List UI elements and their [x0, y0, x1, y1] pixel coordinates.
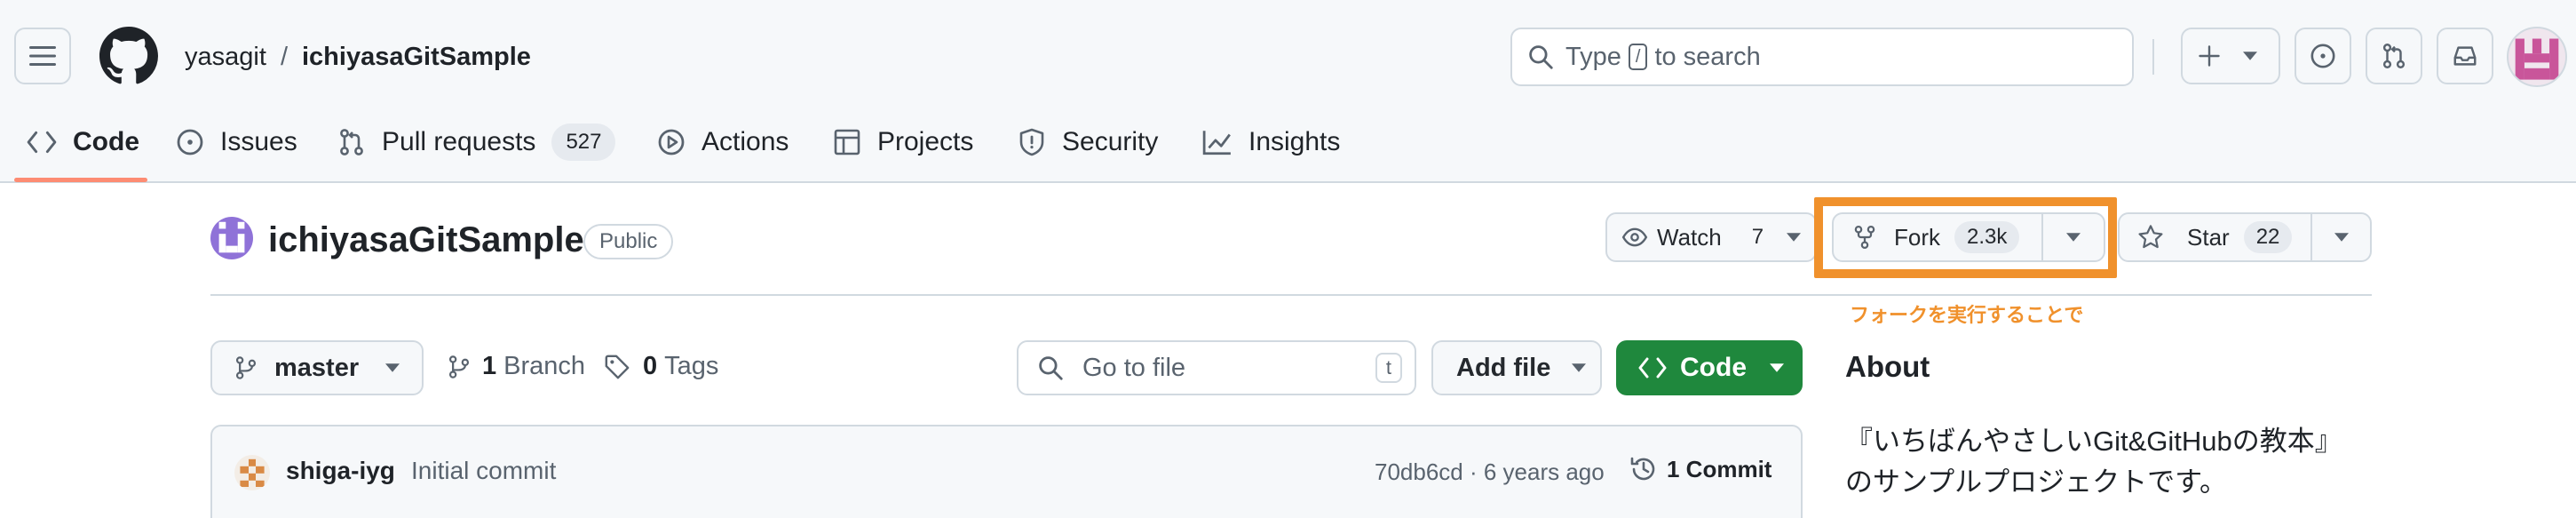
search-placeholder: Type	[1565, 42, 1621, 71]
repo-title[interactable]: ichiyasaGitSample	[268, 217, 584, 263]
tag-icon	[605, 355, 630, 379]
tags-label: Tags	[664, 352, 719, 380]
shield-icon	[1019, 128, 1044, 156]
chevron-down-icon	[1770, 363, 1784, 372]
pull-request-icon	[2382, 44, 2406, 68]
breadcrumb-repo[interactable]: ichiyasaGitSample	[302, 39, 531, 75]
code-icon	[27, 131, 57, 154]
watch-button[interactable]: Watch 7	[1605, 212, 1817, 262]
commit-meta[interactable]: 70db6cd · 6 years ago	[1375, 458, 1605, 486]
chevron-down-icon	[2243, 52, 2257, 60]
identicon-icon	[2515, 38, 2559, 80]
pull-requests-button[interactable]	[2366, 28, 2422, 84]
pull-request-icon	[340, 129, 363, 155]
commit-count-label: 1 Commit	[1667, 455, 1772, 482]
code-button-label: Code	[1680, 353, 1747, 382]
commit-author[interactable]: shiga-iyg	[286, 457, 395, 485]
branches-label: Branch	[503, 352, 586, 380]
tab-actions[interactable]: Actions	[657, 117, 789, 167]
user-avatar[interactable]	[2507, 27, 2567, 87]
eye-icon	[1621, 227, 1648, 247]
go-to-file-placeholder: Go to file	[1082, 353, 1186, 382]
star-label: Star	[2187, 223, 2230, 251]
tab-label: Actions	[701, 127, 789, 156]
go-to-file-shortcut-key: t	[1375, 353, 1402, 383]
watch-count: 7	[1751, 225, 1764, 249]
hamburger-icon	[29, 46, 56, 66]
code-button[interactable]: Code	[1616, 340, 1803, 395]
pull-requests-count: 527	[551, 124, 616, 161]
search-icon	[1529, 45, 1553, 69]
fork-highlight-box	[1814, 197, 2117, 278]
star-icon	[2138, 225, 2163, 249]
chevron-down-icon	[385, 363, 400, 372]
identicon-icon	[240, 458, 265, 487]
annotation-text: フォークを実行することで	[1850, 304, 2084, 326]
code-icon	[1638, 357, 1667, 379]
repo-owner-avatar[interactable]	[210, 217, 253, 259]
branch-name: master	[274, 353, 360, 382]
branch-icon	[448, 355, 470, 379]
breadcrumb-separator: /	[281, 43, 289, 71]
plus-icon	[2199, 45, 2220, 67]
branches-link[interactable]: 1 Branch	[448, 352, 585, 381]
tab-label: Insights	[1248, 127, 1341, 156]
tab-security[interactable]: Security	[1018, 117, 1158, 167]
about-description: 『いちばんやさしいGit&GitHubの教本』のサンプルプロジェクトです。	[1845, 426, 2342, 498]
tags-link[interactable]: 0 Tags	[604, 352, 718, 381]
issue-icon	[177, 129, 203, 155]
star-options-button[interactable]	[2310, 212, 2372, 262]
watch-label: Watch	[1657, 223, 1722, 251]
breadcrumb-owner[interactable]: yasagit	[185, 39, 266, 75]
tab-label: Code	[73, 127, 139, 156]
create-new-button[interactable]	[2181, 28, 2280, 84]
star-count: 22	[2243, 221, 2293, 253]
tab-pull-requests[interactable]: Pull requests 527	[337, 117, 616, 167]
tab-issues[interactable]: Issues	[176, 117, 297, 167]
history-icon	[1630, 457, 1655, 481]
issues-button[interactable]	[2295, 28, 2351, 84]
active-tab-indicator	[14, 178, 147, 182]
search-placeholder-suffix: to search	[1654, 42, 1761, 71]
repo-header-divider	[210, 294, 2372, 296]
tab-label: Pull requests	[382, 127, 536, 156]
visibility-badge: Public	[583, 224, 674, 259]
about-title: About	[1845, 350, 1930, 383]
header-divider	[2152, 39, 2154, 75]
identicon-icon	[218, 221, 245, 253]
search-input[interactable]: Type / to search	[1510, 28, 2134, 86]
tab-projects[interactable]: Projects	[833, 117, 973, 167]
add-file-label: Add file	[1456, 353, 1551, 382]
inbox-button[interactable]	[2437, 28, 2493, 84]
go-to-file-input[interactable]: Go to file t	[1017, 340, 1416, 395]
tab-label: Projects	[877, 127, 974, 156]
chevron-down-icon	[2334, 233, 2349, 242]
chevron-down-icon	[1787, 233, 1802, 242]
branches-count: 1	[482, 352, 497, 380]
search-shortcut-key: /	[1628, 44, 1648, 70]
tab-label: Security	[1062, 127, 1159, 156]
chevron-down-icon	[1572, 363, 1587, 372]
tab-label: Issues	[220, 127, 297, 156]
add-file-button[interactable]: Add file	[1431, 340, 1602, 395]
inbox-icon	[2453, 46, 2477, 66]
star-button[interactable]: Star 22	[2118, 212, 2312, 262]
search-icon	[1039, 356, 1063, 380]
play-icon	[658, 129, 685, 155]
issue-icon	[2310, 44, 2335, 68]
tags-count: 0	[643, 352, 658, 380]
commit-message[interactable]: Initial commit	[411, 457, 556, 485]
commit-author-avatar[interactable]	[234, 455, 270, 490]
tab-insights[interactable]: Insights	[1202, 117, 1340, 167]
graph-icon	[1202, 131, 1231, 155]
commit-history-link[interactable]: 1 Commit	[1629, 455, 1771, 483]
github-logo-icon[interactable]	[99, 27, 158, 85]
branch-icon	[235, 356, 257, 379]
branch-selector[interactable]: master	[210, 340, 424, 395]
tab-code[interactable]: Code	[27, 117, 139, 167]
menu-button[interactable]	[14, 28, 71, 84]
table-icon	[834, 129, 860, 155]
